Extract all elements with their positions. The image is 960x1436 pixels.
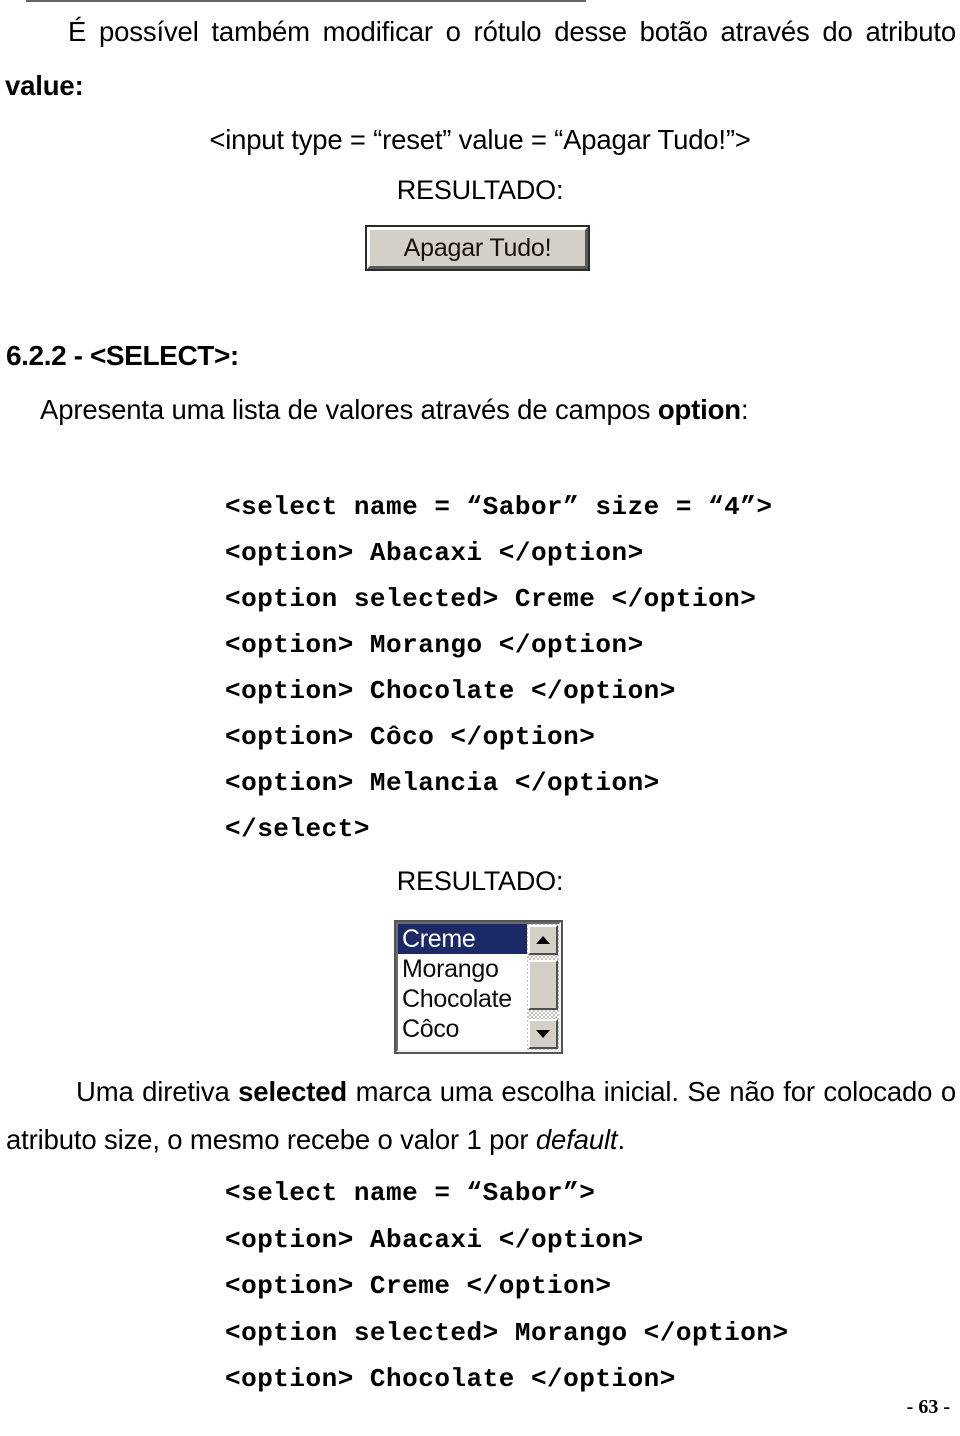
code-select4-line-0: <select name = “Sabor” size = “4”>	[225, 492, 773, 522]
listbox-option-coco[interactable]: Côco	[398, 1014, 527, 1044]
reset-button-screenshot[interactable]: Apagar Tudo!	[365, 225, 590, 271]
paragraph-selected-line1: Uma diretiva selected marca uma escolha …	[76, 1078, 956, 1106]
result-label-reset: RESULTADO:	[396, 175, 564, 205]
code-selectdef-line-2: <option> Creme </option>	[225, 1271, 612, 1301]
scroll-down-arrow-icon	[536, 1030, 550, 1038]
code-select4-line-7: </select>	[225, 814, 370, 844]
selected-part3: atributo size, o mesmo recebe o valor 1 …	[6, 1124, 536, 1155]
document-page: É possível também modificar o rótulo des…	[0, 0, 960, 1436]
paragraph-reset-value-term: value:	[5, 72, 305, 100]
option-keyword: option	[657, 394, 741, 425]
intro-prefix: Apresenta uma lista de valores através d…	[40, 394, 658, 425]
listbox-option-creme[interactable]: Creme	[398, 924, 527, 954]
code-selectdef-line-3: <option selected> Morango </option>	[225, 1318, 789, 1348]
code-selectdef-line-4: <option> Chocolate </option>	[225, 1364, 676, 1394]
scrollbar-thumb[interactable]	[528, 960, 558, 1010]
paragraph-reset-line1: É possível também modificar o rótulo des…	[68, 16, 956, 47]
selected-part4: .	[617, 1124, 625, 1155]
scroll-up-arrow-icon	[536, 936, 550, 944]
reset-button-label: Apagar Tudo!	[403, 233, 552, 262]
section-heading-select: 6.2.2 - <SELECT>:	[6, 340, 239, 371]
listbox-option-morango[interactable]: Morango	[398, 954, 527, 984]
selected-keyword: selected	[238, 1076, 348, 1107]
listbox-option-chocolate[interactable]: Chocolate	[398, 984, 527, 1014]
default-keyword: default	[535, 1124, 618, 1155]
result-label-select: RESULTADO:	[396, 866, 564, 896]
value-colon: :	[74, 70, 84, 101]
paragraph-select-intro: Apresenta uma lista de valores através d…	[40, 396, 940, 424]
code-select4-line-3: <option> Morango </option>	[225, 630, 644, 660]
value-keyword: value	[5, 70, 75, 101]
code-input-reset: <input type = “reset” value = “Apagar Tu…	[209, 124, 751, 155]
selected-part2: marca uma escolha inicial. Se não for co…	[347, 1076, 957, 1107]
code-selectdef-line-0: <select name = “Sabor”>	[225, 1178, 596, 1208]
select-listbox-screenshot[interactable]: Creme Morango Chocolate Côco	[394, 920, 563, 1054]
code-select4-line-5: <option> Côco </option>	[225, 722, 596, 752]
page-number: - 63 -	[906, 1396, 950, 1418]
intro-suffix: :	[740, 394, 749, 425]
code-select4-line-6: <option> Melancia </option>	[225, 768, 660, 798]
code-select4-line-1: <option> Abacaxi </option>	[225, 538, 644, 568]
scroll-up-button[interactable]	[528, 925, 558, 955]
listbox-scrollbar[interactable]	[527, 924, 559, 1050]
scan-edge-artifact	[26, 0, 586, 2]
listbox-options[interactable]: Creme Morango Chocolate Côco	[398, 924, 527, 1050]
paragraph-selected-line2: atributo size, o mesmo recebe o valor 1 …	[6, 1126, 926, 1154]
selected-part1: Uma diretiva	[76, 1076, 239, 1107]
code-select4-line-4: <option> Chocolate </option>	[225, 676, 676, 706]
code-select4-line-2: <option selected> Creme </option>	[225, 584, 757, 614]
scroll-down-button[interactable]	[528, 1019, 558, 1049]
code-selectdef-line-1: <option> Abacaxi </option>	[225, 1225, 644, 1255]
